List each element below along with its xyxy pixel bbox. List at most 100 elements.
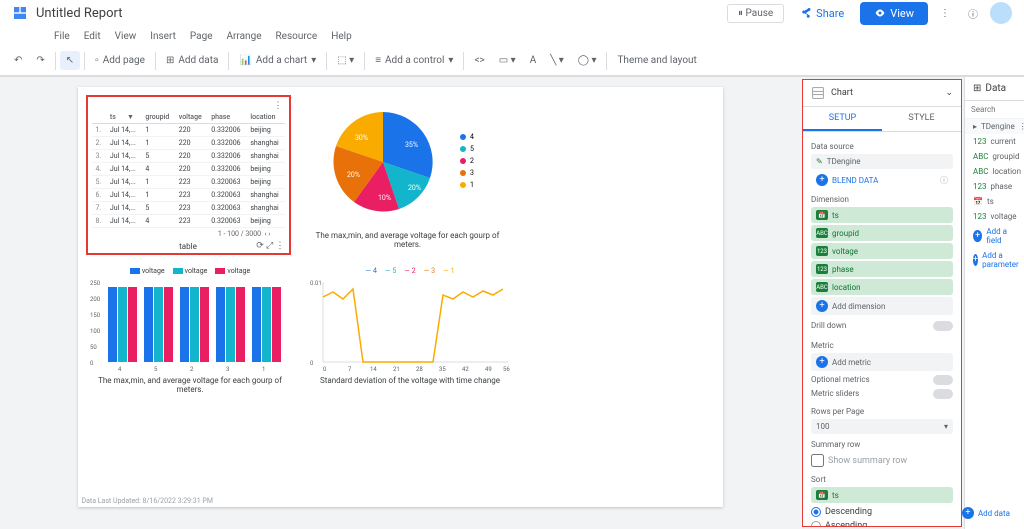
- document-title[interactable]: Untitled Report: [36, 6, 122, 21]
- tab-setup[interactable]: SETUP: [803, 107, 882, 131]
- svg-text:0: 0: [310, 360, 314, 367]
- help-icon[interactable]: ⓘ: [962, 2, 984, 25]
- user-avatar[interactable]: [990, 2, 1012, 24]
- add-chart-button[interactable]: 📊 Add a chart ▾: [233, 51, 322, 70]
- menu-bar: File Edit View Insert Page Arrange Resou…: [0, 26, 1024, 46]
- svg-text:35: 35: [439, 366, 446, 372]
- dimension-phase[interactable]: 123phase: [811, 261, 953, 277]
- svg-text:28: 28: [416, 366, 423, 372]
- menu-help[interactable]: Help: [325, 29, 357, 44]
- rows-per-page[interactable]: 100▾: [811, 419, 953, 434]
- dimension-groupid[interactable]: ABCgroupid: [811, 225, 953, 241]
- svg-text:10%: 10%: [378, 194, 391, 202]
- add-page-button[interactable]: ▫ Add page: [89, 51, 151, 70]
- sort-asc-radio[interactable]: [811, 521, 821, 527]
- add-metric-button[interactable]: +Add metric: [811, 353, 953, 371]
- field-current[interactable]: 123current: [965, 134, 1024, 149]
- optional-toggle[interactable]: [933, 375, 953, 385]
- report-canvas[interactable]: ⋮ ts▼ groupidvoltage phaselocation 1.Jul…: [78, 87, 723, 507]
- svg-text:50: 50: [90, 344, 97, 351]
- text-icon[interactable]: A: [524, 51, 543, 70]
- dimension-voltage[interactable]: 123voltage: [811, 243, 953, 259]
- slider-toggle[interactable]: [933, 389, 953, 399]
- menu-arrange[interactable]: Arrange: [221, 29, 268, 44]
- pointer-icon[interactable]: ↖: [60, 51, 80, 70]
- url-embed-icon[interactable]: <>: [468, 51, 490, 70]
- community-viz-icon[interactable]: ⬚ ▾: [331, 51, 360, 70]
- theme-button[interactable]: Theme and layout: [611, 51, 702, 70]
- chart-properties-panel: Chart⌄ SETUP STYLE Data source ✎TDengine…: [802, 79, 962, 527]
- menu-page[interactable]: Page: [184, 29, 219, 44]
- add-dimension-button[interactable]: +Add dimension: [811, 297, 953, 315]
- svg-text:20%: 20%: [347, 171, 360, 179]
- dimension-location[interactable]: ABClocation: [811, 279, 953, 295]
- add-control-button[interactable]: ≡ Add a control ▾: [369, 51, 459, 70]
- add-parameter-button[interactable]: +Add a parameter: [965, 248, 1024, 272]
- more-icon[interactable]: ⋮: [934, 4, 956, 23]
- svg-text:2: 2: [470, 157, 474, 165]
- svg-text:35%: 35%: [405, 141, 418, 149]
- table-chart[interactable]: ⋮ ts▼ groupidvoltage phaselocation 1.Jul…: [86, 95, 291, 255]
- svg-text:150: 150: [90, 312, 101, 319]
- dimension-ts[interactable]: 📅ts: [811, 207, 953, 223]
- svg-text:4: 4: [118, 366, 122, 372]
- svg-text:20%: 20%: [408, 184, 421, 192]
- app-logo-icon: [12, 5, 28, 21]
- menu-edit[interactable]: Edit: [78, 29, 107, 44]
- menu-view[interactable]: View: [109, 29, 143, 44]
- svg-text:100: 100: [90, 328, 101, 335]
- svg-text:2: 2: [190, 366, 194, 372]
- field-groupid[interactable]: ABCgroupid: [965, 149, 1024, 164]
- svg-text:49: 49: [485, 366, 492, 372]
- field-ts[interactable]: 📅ts: [965, 194, 1024, 209]
- svg-text:3: 3: [226, 366, 229, 372]
- blend-data-button[interactable]: +BLEND DATAⓘ: [811, 171, 953, 189]
- svg-text:21: 21: [393, 366, 400, 372]
- svg-text:7: 7: [348, 366, 352, 372]
- svg-text:0: 0: [90, 360, 94, 367]
- field-location[interactable]: ABClocation: [965, 164, 1024, 179]
- data-panel: ⊞Data ▸TDengine⋮ 123current ABCgroupid A…: [964, 77, 1024, 529]
- sort-desc-radio[interactable]: [811, 507, 821, 517]
- redo-icon[interactable]: ↷: [30, 51, 50, 70]
- field-phase[interactable]: 123phase: [965, 179, 1024, 194]
- menu-file[interactable]: File: [48, 29, 76, 44]
- field-voltage[interactable]: 123voltage: [965, 209, 1024, 224]
- search-input[interactable]: [971, 105, 1018, 114]
- data-source-item[interactable]: ▸TDengine⋮: [965, 119, 1024, 134]
- chevron-down-icon[interactable]: ⌄: [945, 88, 953, 98]
- shape-icon[interactable]: ◯ ▾: [572, 51, 603, 70]
- data-source-chip[interactable]: ✎TDengine: [811, 154, 953, 169]
- share-button[interactable]: Share: [790, 4, 854, 23]
- add-data-bottom[interactable]: +Add data: [954, 504, 1018, 522]
- svg-text:56: 56: [503, 366, 510, 372]
- svg-text:250: 250: [90, 280, 101, 287]
- data-timestamp: Data Last Updated: 8/16/2022 3:29:31 PM: [82, 497, 213, 505]
- line-icon[interactable]: ╲ ▾: [544, 51, 570, 70]
- menu-insert[interactable]: Insert: [144, 29, 182, 44]
- svg-text:0.01: 0.01: [310, 280, 322, 287]
- drill-toggle[interactable]: [933, 321, 953, 331]
- pie-chart[interactable]: 35% 20% 10% 20% 30% 4 5 2 3 1 The max,mi…: [308, 97, 508, 249]
- summary-checkbox[interactable]: [811, 454, 824, 467]
- view-button[interactable]: View: [860, 2, 928, 25]
- pause-button[interactable]: ⏸ Pause: [727, 4, 784, 23]
- svg-text:1: 1: [470, 181, 474, 189]
- svg-text:3: 3: [470, 169, 474, 177]
- add-field-button[interactable]: +Add a field: [965, 224, 1024, 248]
- undo-icon[interactable]: ↶: [8, 51, 28, 70]
- svg-text:30%: 30%: [355, 134, 368, 142]
- image-icon[interactable]: ▭ ▾: [493, 51, 522, 70]
- data-icon: ⊞: [973, 83, 981, 94]
- menu-resource[interactable]: Resource: [270, 29, 324, 44]
- svg-text:200: 200: [90, 296, 101, 303]
- svg-text:4: 4: [470, 133, 474, 141]
- tab-style[interactable]: STYLE: [882, 107, 961, 131]
- line-chart[interactable]: — 4 — 5 — 2 — 3 — 1 0.01 0 0714212835424…: [308, 267, 513, 385]
- bar-chart[interactable]: voltage voltage voltage 250200150100500 …: [88, 267, 293, 394]
- panel-title: Chart: [831, 88, 939, 98]
- add-data-button[interactable]: ⊞ Add data: [160, 51, 224, 70]
- svg-text:14: 14: [370, 366, 377, 372]
- svg-text:5: 5: [154, 366, 158, 372]
- sort-field[interactable]: 📅ts: [811, 487, 953, 503]
